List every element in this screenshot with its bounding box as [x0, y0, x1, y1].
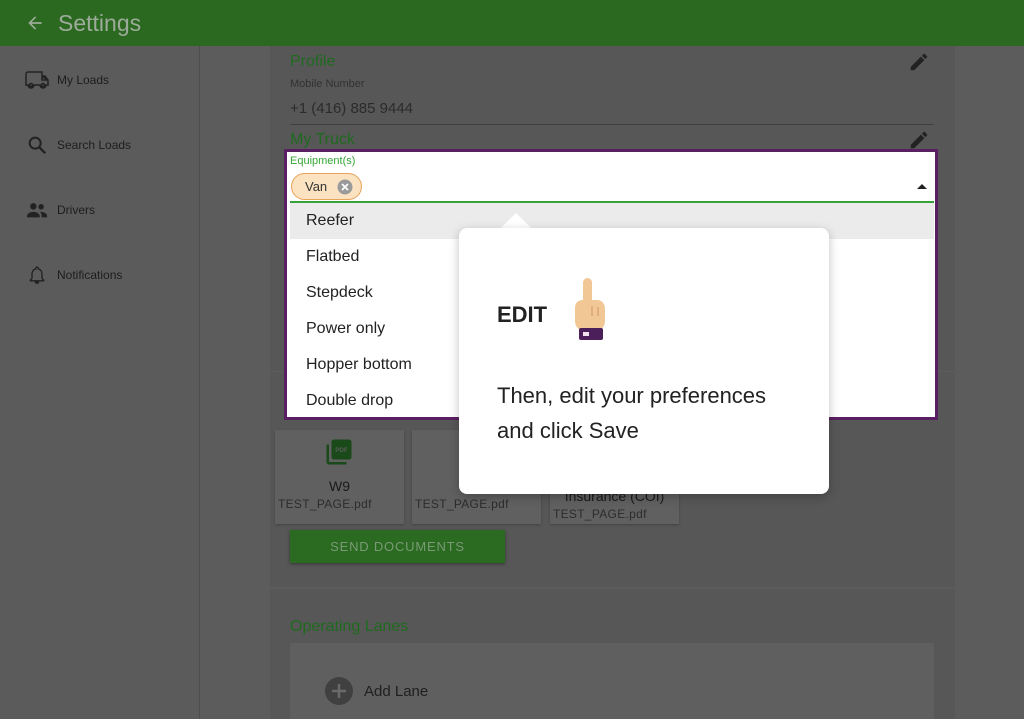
edit-truck-pencil-icon[interactable]: [908, 129, 930, 151]
mobile-number-label: Mobile Number: [290, 78, 365, 90]
sidebar-item-label: Notifications: [57, 268, 123, 282]
document-file: TEST_PAGE.pdf: [553, 507, 647, 521]
sidebar-item-label: My Loads: [57, 73, 110, 87]
sidebar-item-notifications[interactable]: Notifications: [0, 255, 200, 295]
pdf-icon: PDF: [326, 439, 352, 465]
document-tile-w9[interactable]: PDF W9 TEST_PAGE.pdf: [275, 430, 404, 524]
onboarding-tooltip: EDIT Then, edit your preferences and cli…: [459, 228, 829, 494]
arrow-back-icon: [28, 16, 42, 30]
profile-title: Profile: [290, 53, 336, 70]
truck-icon: [25, 68, 49, 92]
sidebar-item-search-loads[interactable]: Search Loads: [0, 125, 200, 165]
mobile-underline: [290, 124, 934, 125]
page-title: Settings: [58, 9, 142, 36]
sidebar-item-label: Drivers: [57, 203, 95, 217]
sidebar-item-my-loads[interactable]: My Loads: [0, 60, 200, 100]
document-file: TEST_PAGE.pdf: [278, 497, 372, 511]
top-app-bar: Settings: [0, 0, 1024, 46]
sidebar: My Loads Search Loads Drivers Notificati…: [0, 46, 200, 719]
document-name: W9: [329, 478, 350, 494]
sidebar-item-drivers[interactable]: Drivers: [0, 190, 200, 230]
chip-remove-icon[interactable]: [336, 178, 354, 196]
tooltip-caret: [500, 213, 532, 229]
equipment-label: Equipment(s): [290, 155, 356, 167]
operating-lanes-title: Operating Lanes: [290, 618, 409, 635]
back-button[interactable]: [20, 8, 50, 38]
dropdown-arrow-icon[interactable]: [916, 182, 928, 190]
pointing-hand-icon: [575, 278, 605, 340]
tooltip-body: Then, edit your preferences and click Sa…: [497, 383, 767, 443]
add-circle-icon: [325, 677, 353, 705]
my-truck-title: My Truck: [290, 131, 355, 148]
chip-label: Van: [305, 179, 328, 194]
edit-profile-pencil-icon[interactable]: [908, 51, 930, 73]
search-icon: [25, 133, 49, 157]
add-lane-button[interactable]: Add Lane: [324, 676, 428, 706]
sidebar-item-label: Search Loads: [57, 138, 132, 152]
mobile-number-value: +1 (416) 885 9444: [290, 100, 414, 117]
document-file: TEST_PAGE.pdf: [415, 497, 509, 511]
tooltip-heading: EDIT: [497, 302, 548, 327]
send-documents-button[interactable]: SEND DOCUMENTS: [290, 530, 505, 563]
bell-icon: [25, 263, 49, 287]
svg-text:PDF: PDF: [335, 447, 348, 454]
add-lane-label: Add Lane: [364, 682, 429, 700]
people-icon: [25, 198, 49, 222]
equipment-chip-van: Van: [291, 173, 362, 200]
